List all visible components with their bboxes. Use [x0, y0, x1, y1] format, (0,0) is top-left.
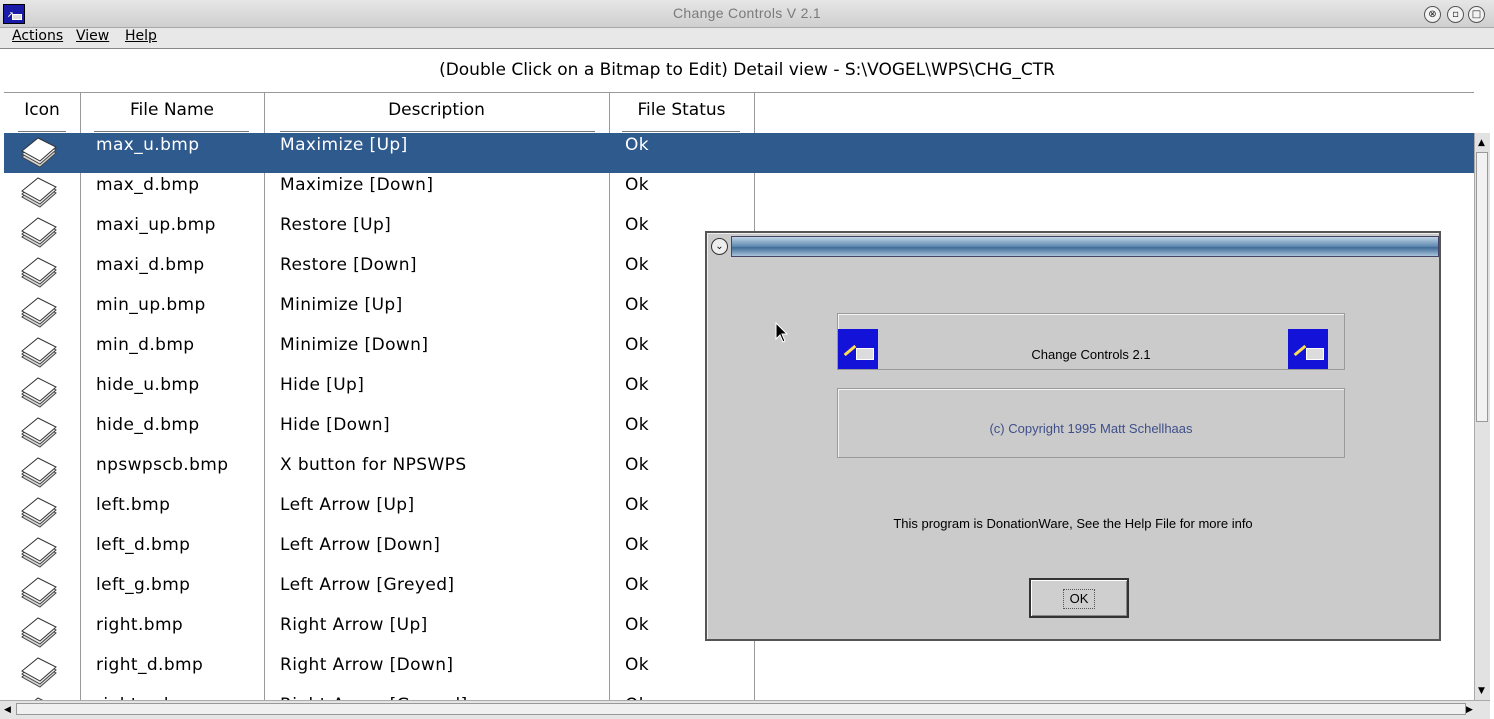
- status-cell: Ok: [625, 375, 650, 395]
- app-logo-icon: [1288, 329, 1328, 369]
- status-cell: Ok: [625, 455, 650, 475]
- file-name-cell: maxi_up.bmp: [96, 215, 216, 235]
- description-cell: Restore [Down]: [280, 255, 417, 275]
- file-name-cell: hide_d.bmp: [96, 415, 200, 435]
- copyright-text: (c) Copyright 1995 Matt Schellhaas: [989, 421, 1193, 436]
- file-name-cell: left_d.bmp: [96, 535, 191, 555]
- description-cell: Restore [Up]: [280, 215, 392, 235]
- file-name-cell: min_d.bmp: [96, 335, 195, 355]
- description-cell: Right Arrow [Up]: [280, 615, 428, 635]
- mouse-cursor-icon: [775, 322, 789, 343]
- file-name-cell: max_u.bmp: [96, 135, 200, 155]
- minimize-button[interactable]: ▫: [1447, 6, 1464, 23]
- description-cell: Hide [Up]: [280, 375, 365, 395]
- table-row[interactable]: right_g.bmpRight Arrow [Greyed]Ok: [4, 693, 1474, 700]
- bitmap-stack-icon[interactable]: [18, 257, 60, 291]
- menu-actions[interactable]: Actions: [12, 28, 63, 44]
- header-file-status[interactable]: File Status: [609, 100, 754, 120]
- bitmap-stack-icon[interactable]: [18, 577, 60, 611]
- status-cell: Ok: [625, 335, 650, 355]
- status-cell: Ok: [625, 655, 650, 675]
- file-name-cell: right_d.bmp: [96, 655, 204, 675]
- product-name: Change Controls 2.1: [1031, 347, 1151, 362]
- scroll-up-icon[interactable]: ▲: [1478, 138, 1485, 148]
- bitmap-stack-icon[interactable]: [18, 337, 60, 371]
- header-underline: [280, 131, 595, 132]
- description-cell: Maximize [Down]: [280, 175, 434, 195]
- bitmap-stack-icon[interactable]: [18, 297, 60, 331]
- file-name-cell: right.bmp: [96, 615, 184, 635]
- table-row[interactable]: max_d.bmp Maximize [Down] Ok: [4, 173, 1474, 213]
- status-cell: Ok: [625, 615, 650, 635]
- scroll-down-icon[interactable]: ▼: [1478, 686, 1485, 696]
- menu-help[interactable]: Help: [125, 28, 157, 44]
- description-cell: Minimize [Up]: [280, 295, 403, 315]
- description-cell: X button for NPSWPS: [280, 455, 467, 475]
- file-name-cell: left.bmp: [96, 495, 171, 515]
- bitmap-stack-icon[interactable]: [18, 657, 60, 691]
- status-cell: Ok: [625, 175, 650, 195]
- window-title: Change Controls V 2.1: [673, 5, 821, 21]
- ok-button[interactable]: OK: [1029, 578, 1129, 618]
- description-cell: Maximize [Up]: [280, 135, 408, 155]
- status-cell: Ok: [625, 215, 650, 235]
- close-button[interactable]: ⊗: [1424, 6, 1441, 23]
- description-cell: Left Arrow [Greyed]: [280, 575, 455, 595]
- bitmap-stack-icon[interactable]: [18, 537, 60, 571]
- header-underline: [622, 131, 740, 132]
- file-name-cell: left_g.bmp: [96, 575, 191, 595]
- description-cell: Right Arrow [Down]: [280, 655, 454, 675]
- file-name-cell: hide_u.bmp: [96, 375, 200, 395]
- system-menu-icon[interactable]: ⌄: [711, 238, 728, 255]
- bitmap-stack-icon[interactable]: [18, 617, 60, 651]
- description-cell: Left Arrow [Up]: [280, 495, 415, 515]
- file-name-cell: maxi_d.bmp: [96, 255, 205, 275]
- description-cell: Hide [Down]: [280, 415, 390, 435]
- product-panel: Change Controls 2.1: [837, 313, 1345, 370]
- table-row[interactable]: max_u.bmp Maximize [Up] Ok: [4, 133, 1474, 173]
- status-cell: Ok: [625, 135, 650, 155]
- vertical-scroll-thumb[interactable]: [1476, 152, 1488, 422]
- description-cell: Left Arrow [Down]: [280, 535, 441, 555]
- bitmap-stack-icon[interactable]: [18, 177, 60, 211]
- bitmap-stack-icon[interactable]: [18, 497, 60, 531]
- about-dialog: ⌄ Change Controls 2.1 (c) Copyright 1995…: [705, 231, 1441, 641]
- header-description[interactable]: Description: [264, 100, 609, 120]
- header-icon[interactable]: Icon: [4, 100, 80, 120]
- file-name-cell: min_up.bmp: [96, 295, 206, 315]
- scroll-left-icon[interactable]: ◀: [4, 705, 11, 715]
- status-cell: Ok: [625, 575, 650, 595]
- bitmap-stack-icon[interactable]: [18, 137, 60, 171]
- file-name-cell: npswpscb.bmp: [96, 455, 229, 475]
- file-name-cell: max_d.bmp: [96, 175, 200, 195]
- header-underline: [18, 131, 66, 132]
- status-cell: Ok: [625, 415, 650, 435]
- bitmap-stack-icon[interactable]: [18, 377, 60, 411]
- bitmap-stack-icon[interactable]: [18, 417, 60, 451]
- donationware-notice: This program is DonationWare, See the He…: [893, 516, 1253, 531]
- ok-label: OK: [1063, 589, 1095, 609]
- bitmap-stack-icon[interactable]: [18, 457, 60, 491]
- menu-view[interactable]: View: [76, 28, 109, 44]
- view-heading: (Double Click on a Bitmap to Edit) Detai…: [0, 48, 1494, 92]
- status-cell: Ok: [625, 255, 650, 275]
- description-cell: Minimize [Down]: [280, 335, 429, 355]
- maximize-button[interactable]: □: [1468, 6, 1485, 23]
- title-bar[interactable]: ↗ Change Controls V 2.1 ⊗ ▫ □: [0, 0, 1494, 28]
- header-underline: [94, 131, 249, 132]
- status-cell: Ok: [625, 295, 650, 315]
- status-cell: Ok: [625, 535, 650, 555]
- scroll-right-icon[interactable]: ▶: [1466, 705, 1473, 715]
- heading-text: (Double Click on a Bitmap to Edit) Detai…: [439, 60, 1055, 80]
- table-row[interactable]: right_d.bmp Right Arrow [Down] Ok: [4, 653, 1474, 693]
- menu-bar: Actions View Help: [0, 28, 1494, 48]
- dialog-title-bar[interactable]: [731, 236, 1439, 257]
- header-file-name[interactable]: File Name: [80, 100, 264, 120]
- bitmap-stack-icon[interactable]: [18, 217, 60, 251]
- horizontal-scroll-thumb[interactable]: [16, 703, 1466, 715]
- status-cell: Ok: [625, 495, 650, 515]
- copyright-panel: (c) Copyright 1995 Matt Schellhaas: [837, 388, 1345, 458]
